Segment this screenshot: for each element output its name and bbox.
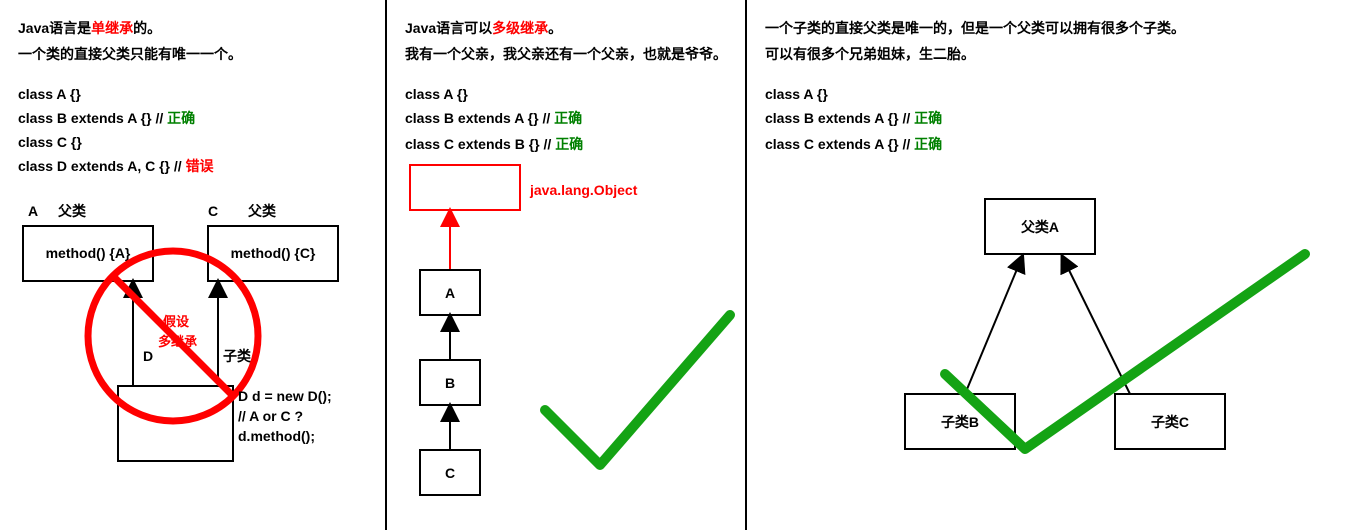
- text: Java语言是: [18, 20, 91, 36]
- label-child: 子类: [223, 348, 252, 364]
- panel-multilevel-inheritance: Java语言可以多级继承。 我有一个父亲，我父亲还有一个父亲，也就是爷爷。 cl…: [385, 0, 745, 530]
- code-comment: 正确: [555, 136, 583, 152]
- code: class B extends A {} //: [405, 110, 554, 126]
- label-object: java.lang.Object: [529, 182, 638, 198]
- box-c-text: C: [445, 465, 455, 481]
- code-line: class B extends A {} // 正确: [18, 108, 367, 128]
- code: class D extends A, C {} //: [18, 158, 186, 174]
- diagram-multilevel: java.lang.Object A B C: [405, 160, 727, 520]
- code: class C extends A {} //: [765, 136, 914, 152]
- label-parent: 父类: [57, 203, 87, 219]
- code-comment: 正确: [914, 136, 942, 152]
- box-child-b-text: 子类B: [941, 414, 979, 430]
- code-line: class C extends B {} // 正确: [405, 134, 727, 154]
- code-line: class A {}: [405, 86, 727, 102]
- box-c-text: method() {C}: [231, 245, 316, 261]
- checkmark-icon: [545, 315, 730, 465]
- box-b-text: B: [445, 375, 455, 391]
- usage-line: D d = new D();: [238, 388, 332, 404]
- code-line: class A {}: [18, 86, 367, 102]
- code-comment: 错误: [186, 158, 214, 174]
- code-comment: 正确: [914, 110, 942, 126]
- code: class C extends B {} //: [405, 136, 555, 152]
- arrow-c-to-a: [1065, 262, 1130, 394]
- text-line: 我有一个父亲，我父亲还有一个父亲，也就是爷爷。: [405, 44, 727, 64]
- text-highlight: 多级继承: [492, 20, 548, 36]
- code-comment: 正确: [554, 110, 582, 126]
- text-line: Java语言是单继承的。: [18, 18, 367, 38]
- label-c: C: [208, 203, 218, 219]
- box-object: [410, 165, 520, 210]
- label-a: A: [28, 203, 38, 219]
- usage-line: d.method();: [238, 428, 315, 444]
- code: class B extends A {} //: [765, 110, 914, 126]
- code-comment: 正确: [167, 110, 195, 126]
- arrow-b-to-a: [965, 262, 1020, 394]
- code-line: class B extends A {} // 正确: [405, 108, 727, 128]
- text-line: Java语言可以多级继承。: [405, 18, 727, 38]
- diagram-sibling-children: 父类A 子类B 子类C: [855, 194, 1332, 474]
- box-a-text: A: [445, 285, 455, 301]
- text: 的。: [133, 20, 161, 36]
- text-highlight: 单继承: [91, 20, 133, 36]
- box-a-text: method() {A}: [46, 245, 131, 261]
- panel-multiple-children: 一个子类的直接父类是唯一的，但是一个父类可以拥有很多个子类。 可以有很多个兄弟姐…: [745, 0, 1350, 530]
- forbidden-slash-icon: [113, 276, 233, 396]
- text-line: 一个子类的直接父类是唯一的，但是一个父类可以拥有很多个子类。: [765, 18, 1332, 38]
- usage-line: // A or C ?: [238, 408, 303, 424]
- box-parent-a-text: 父类A: [1020, 219, 1059, 235]
- code: class B extends A {} //: [18, 110, 167, 126]
- diagram-multi-inheritance-forbidden: A 父类 C 父类 method() {A} method() {C}: [18, 196, 367, 476]
- text: Java语言可以: [405, 20, 492, 36]
- text: 。: [548, 20, 562, 36]
- text-line: 可以有很多个兄弟姐妹，生二胎。: [765, 44, 1332, 64]
- label-d: D: [143, 348, 153, 364]
- code-line: class C extends A {} // 正确: [765, 134, 1332, 154]
- diagram-svg: A 父类 C 父类 method() {A} method() {C}: [18, 196, 378, 476]
- code-line: class C {}: [18, 134, 367, 150]
- code-line: class D extends A, C {} // 错误: [18, 156, 367, 176]
- diagram-svg: java.lang.Object A B C: [405, 160, 745, 520]
- box-child-c-text: 子类C: [1151, 414, 1189, 430]
- code-line: class A {}: [765, 86, 1332, 102]
- panel-single-inheritance: Java语言是单继承的。 一个类的直接父类只能有唯一一个。 class A {}…: [0, 0, 385, 530]
- diagram-svg: 父类A 子类B 子类C: [855, 194, 1325, 474]
- text-line: 一个类的直接父类只能有唯一一个。: [18, 44, 367, 64]
- label-parent2: 父类: [247, 203, 277, 219]
- code-line: class B extends A {} // 正确: [765, 108, 1332, 128]
- checkmark-icon: [945, 254, 1305, 449]
